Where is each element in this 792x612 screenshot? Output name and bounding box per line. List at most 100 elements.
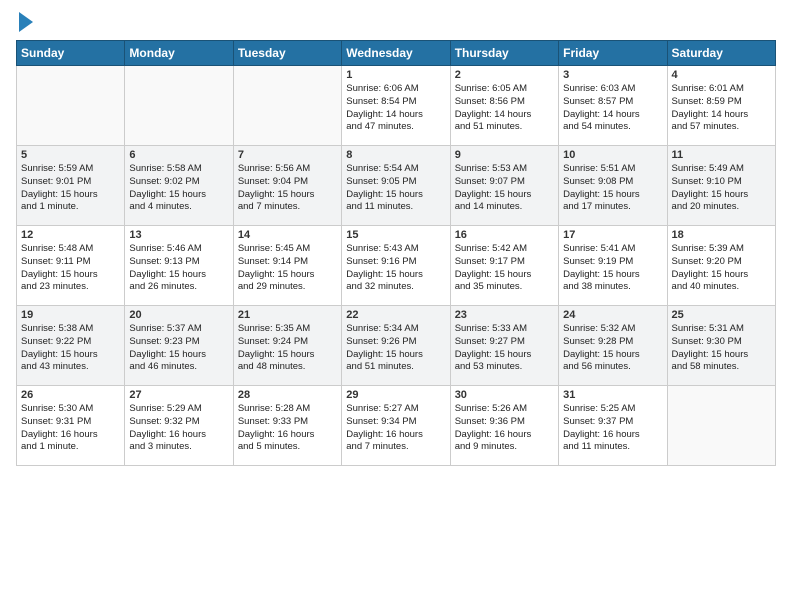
calendar-cell: 30 Sunrise: 5:26 AM Sunset: 9:36 PM Dayli… (450, 386, 558, 466)
calendar-cell: 1Sunrise: 6:06 AM Sunset: 8:54 PM Daylig… (342, 66, 450, 146)
day-number: 2 (455, 69, 554, 81)
week-row-1: 1Sunrise: 6:06 AM Sunset: 8:54 PM Daylig… (17, 66, 776, 146)
calendar-cell (17, 66, 125, 146)
day-info: Sunrise: 5:33 AM Sunset: 9:27 PM Dayligh… (455, 323, 554, 374)
day-number: 6 (129, 149, 228, 161)
day-info: Sunrise: 5:43 AM Sunset: 9:16 PM Dayligh… (346, 243, 445, 294)
day-number: 17 (563, 229, 662, 241)
day-number: 20 (129, 309, 228, 321)
day-number: 22 (346, 309, 445, 321)
day-number: 24 (563, 309, 662, 321)
calendar-cell: 10 Sunrise: 5:51 AM Sunset: 9:08 PM Dayli… (559, 146, 667, 226)
calendar-cell: 21 Sunrise: 5:35 AM Sunset: 9:24 PM Dayli… (233, 306, 341, 386)
calendar-cell: 7 Sunrise: 5:56 AM Sunset: 9:04 PM Daylig… (233, 146, 341, 226)
calendar-cell (233, 66, 341, 146)
day-number: 27 (129, 389, 228, 401)
header (16, 12, 776, 32)
day-number: 13 (129, 229, 228, 241)
calendar-cell: 28 Sunrise: 5:28 AM Sunset: 9:33 PM Dayli… (233, 386, 341, 466)
calendar-cell: 26 Sunrise: 5:30 AM Sunset: 9:31 PM Dayli… (17, 386, 125, 466)
day-info: Sunrise: 5:38 AM Sunset: 9:22 PM Dayligh… (21, 323, 120, 374)
day-number: 21 (238, 309, 337, 321)
weekday-header-thursday: Thursday (450, 41, 558, 66)
day-number: 15 (346, 229, 445, 241)
calendar-cell: 29 Sunrise: 5:27 AM Sunset: 9:34 PM Dayli… (342, 386, 450, 466)
calendar: SundayMondayTuesdayWednesdayThursdayFrid… (16, 40, 776, 466)
day-number: 31 (563, 389, 662, 401)
calendar-cell: 6 Sunrise: 5:58 AM Sunset: 9:02 PM Daylig… (125, 146, 233, 226)
day-number: 14 (238, 229, 337, 241)
weekday-header-row: SundayMondayTuesdayWednesdayThursdayFrid… (17, 41, 776, 66)
weekday-header-sunday: Sunday (17, 41, 125, 66)
day-info: Sunrise: 5:56 AM Sunset: 9:04 PM Dayligh… (238, 163, 337, 214)
calendar-cell: 19 Sunrise: 5:38 AM Sunset: 9:22 PM Dayli… (17, 306, 125, 386)
day-info: Sunrise: 5:39 AM Sunset: 9:20 PM Dayligh… (672, 243, 771, 294)
calendar-cell: 27 Sunrise: 5:29 AM Sunset: 9:32 PM Dayli… (125, 386, 233, 466)
day-number: 8 (346, 149, 445, 161)
calendar-cell: 9 Sunrise: 5:53 AM Sunset: 9:07 PM Daylig… (450, 146, 558, 226)
day-info: Sunrise: 5:58 AM Sunset: 9:02 PM Dayligh… (129, 163, 228, 214)
day-number: 9 (455, 149, 554, 161)
day-info: Sunrise: 5:26 AM Sunset: 9:36 PM Dayligh… (455, 403, 554, 454)
day-number: 10 (563, 149, 662, 161)
weekday-header-tuesday: Tuesday (233, 41, 341, 66)
day-info: Sunrise: 5:25 AM Sunset: 9:37 PM Dayligh… (563, 403, 662, 454)
calendar-cell: 12Sunrise: 5:48 AM Sunset: 9:11 PM Dayli… (17, 226, 125, 306)
day-info: Sunrise: 5:35 AM Sunset: 9:24 PM Dayligh… (238, 323, 337, 374)
day-number: 28 (238, 389, 337, 401)
weekday-header-monday: Monday (125, 41, 233, 66)
day-info: Sunrise: 6:03 AM Sunset: 8:57 PM Dayligh… (563, 83, 662, 134)
day-number: 30 (455, 389, 554, 401)
logo-text-block (16, 12, 33, 32)
calendar-cell: 8 Sunrise: 5:54 AM Sunset: 9:05 PM Daylig… (342, 146, 450, 226)
day-info: Sunrise: 5:28 AM Sunset: 9:33 PM Dayligh… (238, 403, 337, 454)
day-info: Sunrise: 5:32 AM Sunset: 9:28 PM Dayligh… (563, 323, 662, 374)
calendar-cell: 17 Sunrise: 5:41 AM Sunset: 9:19 PM Dayli… (559, 226, 667, 306)
page: SundayMondayTuesdayWednesdayThursdayFrid… (0, 0, 792, 612)
week-row-2: 5Sunrise: 5:59 AM Sunset: 9:01 PM Daylig… (17, 146, 776, 226)
calendar-cell: 3 Sunrise: 6:03 AM Sunset: 8:57 PM Daylig… (559, 66, 667, 146)
week-row-3: 12Sunrise: 5:48 AM Sunset: 9:11 PM Dayli… (17, 226, 776, 306)
day-info: Sunrise: 6:01 AM Sunset: 8:59 PM Dayligh… (672, 83, 771, 134)
day-info: Sunrise: 5:53 AM Sunset: 9:07 PM Dayligh… (455, 163, 554, 214)
day-info: Sunrise: 5:30 AM Sunset: 9:31 PM Dayligh… (21, 403, 120, 454)
calendar-cell (125, 66, 233, 146)
day-number: 29 (346, 389, 445, 401)
day-info: Sunrise: 5:48 AM Sunset: 9:11 PM Dayligh… (21, 243, 120, 294)
day-number: 3 (563, 69, 662, 81)
day-info: Sunrise: 5:41 AM Sunset: 9:19 PM Dayligh… (563, 243, 662, 294)
day-info: Sunrise: 5:49 AM Sunset: 9:10 PM Dayligh… (672, 163, 771, 214)
day-number: 16 (455, 229, 554, 241)
day-info: Sunrise: 5:31 AM Sunset: 9:30 PM Dayligh… (672, 323, 771, 374)
calendar-cell: 22 Sunrise: 5:34 AM Sunset: 9:26 PM Dayli… (342, 306, 450, 386)
day-number: 4 (672, 69, 771, 81)
day-number: 19 (21, 309, 120, 321)
calendar-cell: 13Sunrise: 5:46 AM Sunset: 9:13 PM Dayli… (125, 226, 233, 306)
calendar-cell: 5Sunrise: 5:59 AM Sunset: 9:01 PM Daylig… (17, 146, 125, 226)
day-info: Sunrise: 5:29 AM Sunset: 9:32 PM Dayligh… (129, 403, 228, 454)
calendar-cell: 14 Sunrise: 5:45 AM Sunset: 9:14 PM Dayli… (233, 226, 341, 306)
day-number: 26 (21, 389, 120, 401)
calendar-cell: 16 Sunrise: 5:42 AM Sunset: 9:17 PM Dayli… (450, 226, 558, 306)
calendar-cell: 2 Sunrise: 6:05 AM Sunset: 8:56 PM Daylig… (450, 66, 558, 146)
weekday-header-friday: Friday (559, 41, 667, 66)
logo (16, 12, 33, 32)
day-info: Sunrise: 6:05 AM Sunset: 8:56 PM Dayligh… (455, 83, 554, 134)
week-row-4: 19 Sunrise: 5:38 AM Sunset: 9:22 PM Dayli… (17, 306, 776, 386)
weekday-header-wednesday: Wednesday (342, 41, 450, 66)
day-info: Sunrise: 5:27 AM Sunset: 9:34 PM Dayligh… (346, 403, 445, 454)
day-info: Sunrise: 5:59 AM Sunset: 9:01 PM Dayligh… (21, 163, 120, 214)
day-info: Sunrise: 5:45 AM Sunset: 9:14 PM Dayligh… (238, 243, 337, 294)
calendar-cell: 23 Sunrise: 5:33 AM Sunset: 9:27 PM Dayli… (450, 306, 558, 386)
calendar-cell: 25Sunrise: 5:31 AM Sunset: 9:30 PM Dayli… (667, 306, 775, 386)
day-info: Sunrise: 5:54 AM Sunset: 9:05 PM Dayligh… (346, 163, 445, 214)
day-info: Sunrise: 5:51 AM Sunset: 9:08 PM Dayligh… (563, 163, 662, 214)
day-info: Sunrise: 5:42 AM Sunset: 9:17 PM Dayligh… (455, 243, 554, 294)
calendar-cell: 18Sunrise: 5:39 AM Sunset: 9:20 PM Dayli… (667, 226, 775, 306)
day-info: Sunrise: 5:34 AM Sunset: 9:26 PM Dayligh… (346, 323, 445, 374)
calendar-cell: 4 Sunrise: 6:01 AM Sunset: 8:59 PM Daylig… (667, 66, 775, 146)
day-number: 23 (455, 309, 554, 321)
day-number: 7 (238, 149, 337, 161)
calendar-cell: 31 Sunrise: 5:25 AM Sunset: 9:37 PM Dayli… (559, 386, 667, 466)
day-info: Sunrise: 6:06 AM Sunset: 8:54 PM Dayligh… (346, 83, 445, 134)
